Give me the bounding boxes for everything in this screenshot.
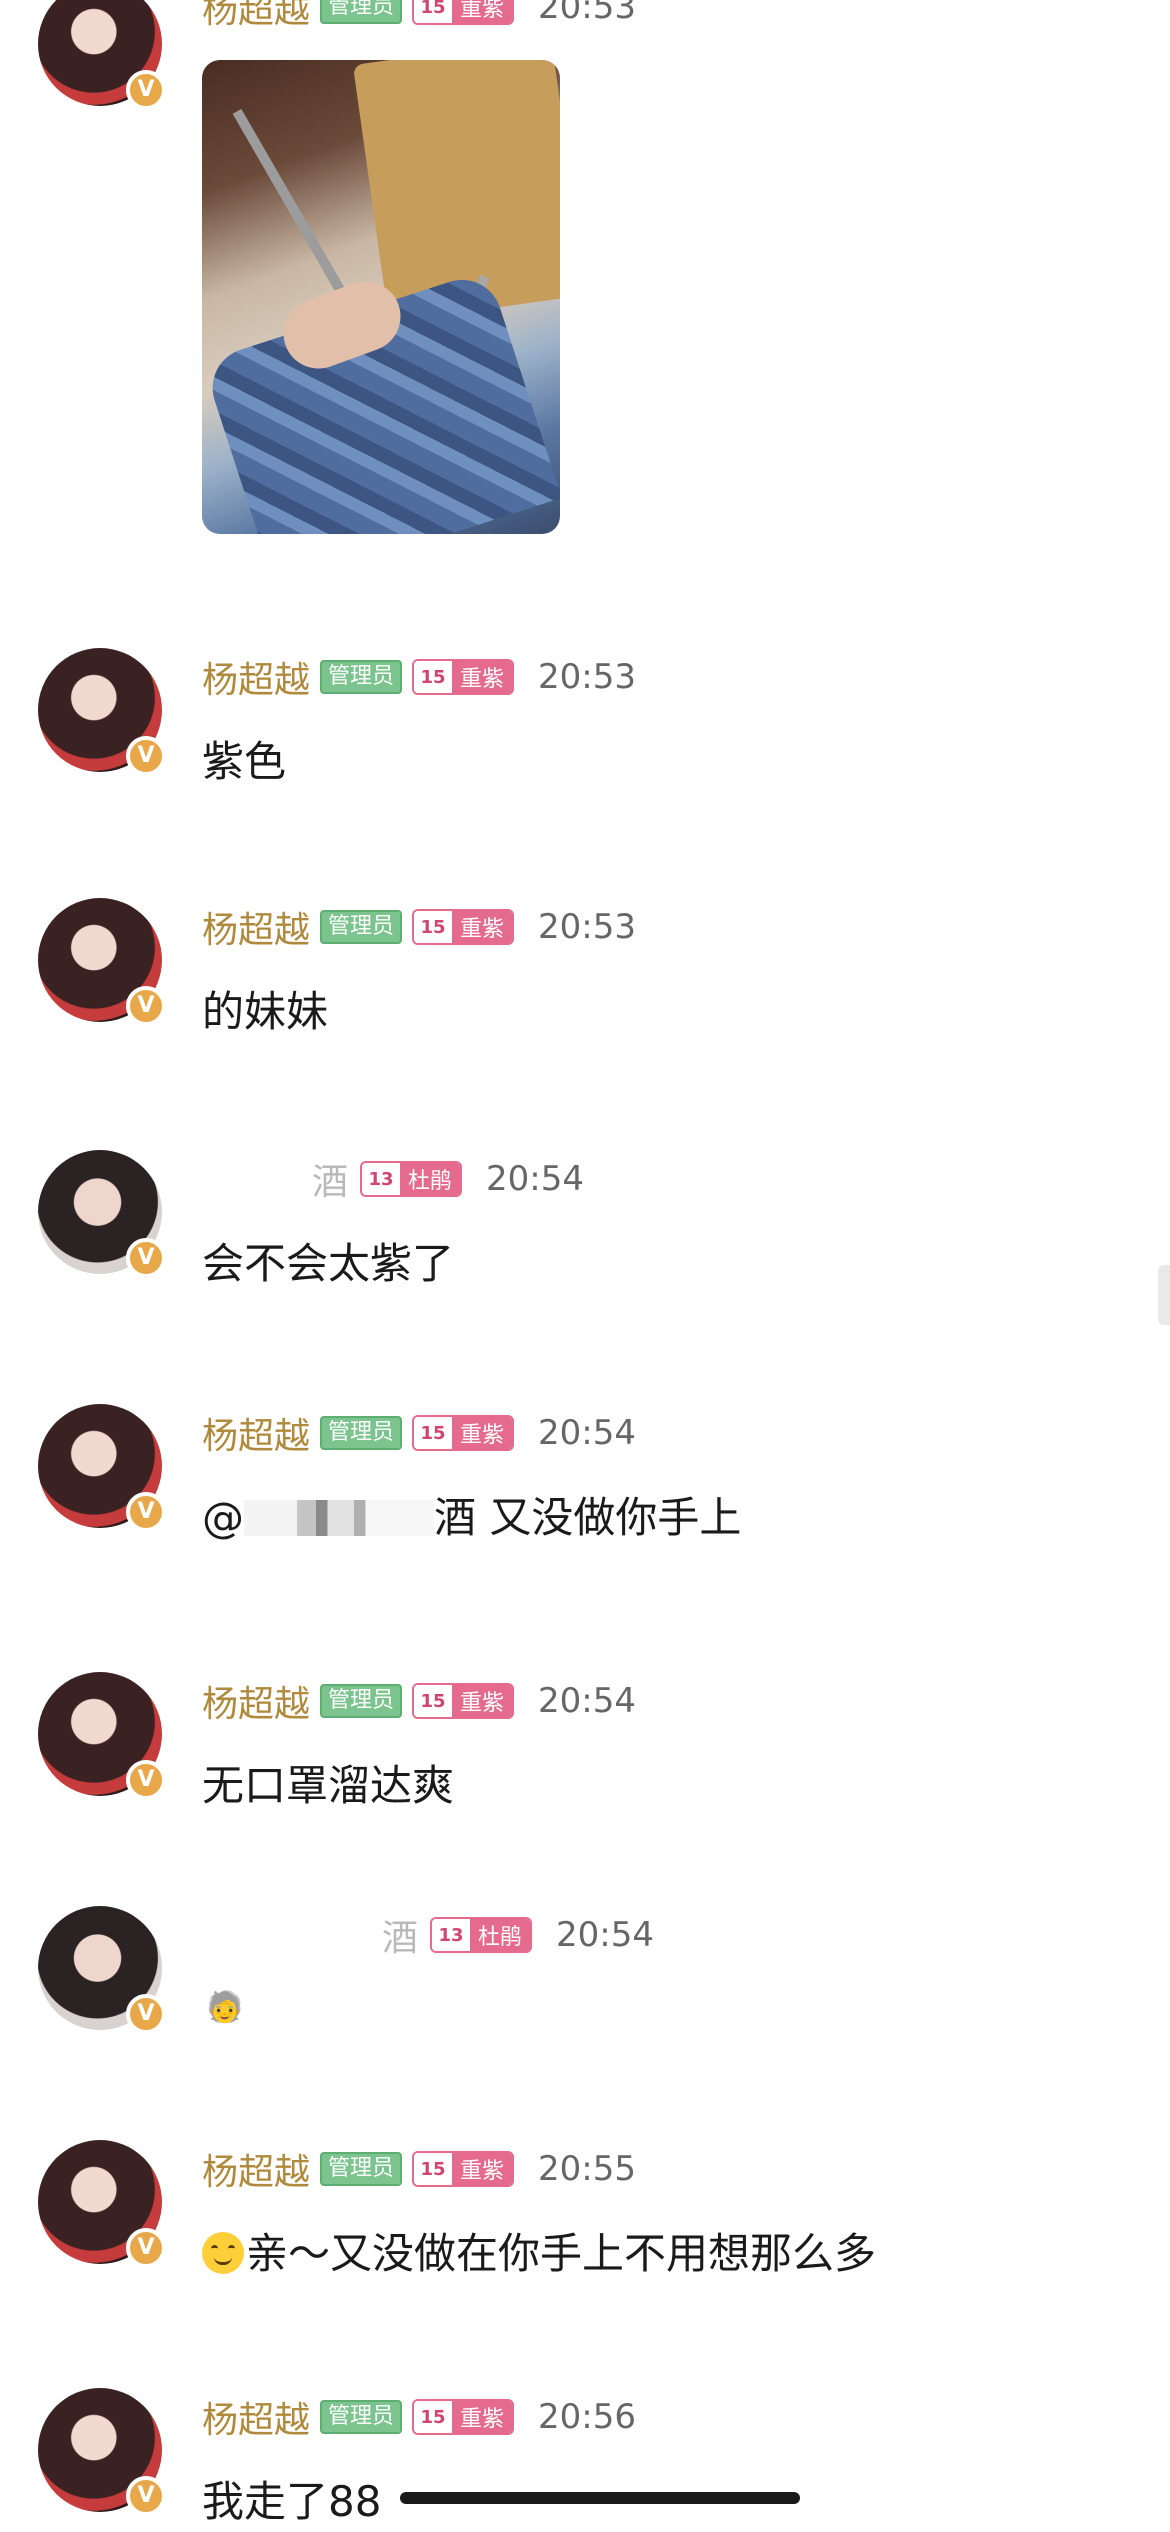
admin-badge: 管理员 [320, 0, 403, 24]
avatar[interactable]: V [38, 898, 166, 1026]
fan-level-number: 13 [362, 1163, 401, 1195]
admin-badge: 管理员 [320, 2400, 403, 2434]
fan-level-tag: 重紫 [452, 0, 513, 23]
verified-badge-icon: V [126, 1760, 166, 1800]
fan-level-badge: 15 重紫 [412, 2151, 515, 2187]
admin-badge: 管理员 [320, 910, 403, 944]
message-time: 20:54 [538, 1681, 637, 1721]
fan-level-number: 15 [414, 2153, 453, 2185]
message-time: 20:54 [538, 1413, 637, 1453]
message-text[interactable]: 我走了88 [202, 2468, 381, 2529]
hug-emoji-icon [202, 2232, 244, 2274]
fan-level-number: 13 [432, 1919, 471, 1951]
verified-badge-icon: V [126, 1238, 166, 1278]
avatar[interactable]: V [38, 0, 166, 110]
fan-level-badge: 15 重紫 [412, 0, 515, 25]
sender-name[interactable]: 杨超越 [202, 1675, 310, 1727]
emoji-sticker-icon[interactable]: 🧓 [206, 1986, 243, 2028]
avatar[interactable]: V [38, 1672, 166, 1800]
fan-level-badge: 15 重紫 [412, 909, 515, 945]
message-time: 20:53 [538, 0, 637, 27]
admin-badge: 管理员 [320, 660, 403, 694]
home-indicator[interactable] [400, 2492, 800, 2504]
avatar[interactable]: V [38, 2388, 166, 2516]
mention-name[interactable]: 酒 [434, 1493, 476, 1542]
fan-level-badge: 13 杜鹃 [360, 1161, 463, 1197]
message-time: 20:53 [538, 657, 637, 697]
verified-badge-icon: V [126, 2228, 166, 2268]
sender-name[interactable]: 杨超越 [202, 651, 310, 703]
blurred-mention [244, 1500, 434, 1536]
chat-message-list: V 杨超越 管理员 15 重紫 20:53 V 杨超越 管理员 15 重紫 20… [0, 0, 1170, 2532]
message-time: 20:54 [556, 1915, 655, 1955]
message-header: 杨超越 管理员 15 重紫 20:54 [202, 1408, 636, 1458]
fan-level-badge: 15 重紫 [412, 659, 515, 695]
verified-badge-icon: V [126, 1994, 166, 2034]
fan-level-badge: 13 杜鹃 [430, 1917, 533, 1953]
sender-name[interactable]: 酒 [202, 1153, 350, 1205]
sender-name[interactable]: 杨超越 [202, 2143, 310, 2195]
fan-level-badge: 15 重紫 [412, 2399, 515, 2435]
avatar[interactable]: V [38, 1404, 166, 1532]
message-time: 20:54 [486, 1159, 585, 1199]
message-header: 杨超越 管理员 15 重紫 20:53 [202, 0, 636, 32]
message-header: 杨超越 管理员 15 重紫 20:54 [202, 1676, 636, 1726]
message-time: 20:56 [538, 2397, 637, 2437]
message-time: 20:53 [538, 907, 637, 947]
message-header: 杨超越 管理员 15 重紫 20:55 [202, 2144, 636, 2194]
sender-name[interactable]: 杨超越 [202, 901, 310, 953]
verified-badge-icon: V [126, 736, 166, 776]
admin-badge: 管理员 [320, 2152, 403, 2186]
fan-level-number: 15 [414, 911, 453, 943]
fan-level-tag: 重紫 [452, 2153, 513, 2185]
message-text[interactable]: 的妹妹 [202, 978, 328, 1039]
scroll-edge-handle[interactable] [1158, 1265, 1170, 1325]
sender-name[interactable]: 杨超越 [202, 2391, 310, 2443]
verified-badge-icon: V [126, 2476, 166, 2516]
avatar[interactable]: V [38, 1150, 166, 1278]
fan-level-number: 15 [414, 0, 453, 23]
admin-badge: 管理员 [320, 1416, 403, 1450]
sender-name[interactable]: 酒 [202, 1909, 420, 1961]
fan-level-number: 15 [414, 1685, 453, 1717]
message-header: 杨超越 管理员 15 重紫 20:53 [202, 902, 636, 952]
fan-level-tag: 杜鹃 [470, 1919, 531, 1951]
fan-level-tag: 重紫 [452, 661, 513, 693]
avatar[interactable]: V [38, 2140, 166, 2268]
message-text[interactable]: 会不会太紫了 [202, 1230, 454, 1291]
message-text[interactable]: 亲～又没做在你手上不用想那么多 [202, 2220, 876, 2281]
fan-level-tag: 重紫 [452, 911, 513, 943]
message-text[interactable]: 紫色 [202, 728, 286, 789]
mention-at: @ [202, 1493, 244, 1542]
fan-level-tag: 重紫 [452, 2401, 513, 2433]
fan-level-tag: 重紫 [452, 1685, 513, 1717]
message-header: 酒 13 杜鹃 20:54 [202, 1154, 584, 1204]
avatar[interactable]: V [38, 1906, 166, 2034]
fan-level-badge: 15 重紫 [412, 1683, 515, 1719]
fan-level-number: 15 [414, 1417, 453, 1449]
fan-level-badge: 15 重紫 [412, 1415, 515, 1451]
message-header: 酒 13 杜鹃 20:54 [202, 1910, 654, 1960]
fan-level-tag: 杜鹃 [400, 1163, 461, 1195]
message-header: 杨超越 管理员 15 重紫 20:56 [202, 2392, 636, 2442]
message-time: 20:55 [538, 2149, 637, 2189]
sender-name[interactable]: 杨超越 [202, 0, 310, 33]
avatar[interactable]: V [38, 648, 166, 776]
message-body: 又没做你手上 [476, 1493, 742, 1542]
verified-badge-icon: V [126, 986, 166, 1026]
fan-level-tag: 重紫 [452, 1417, 513, 1449]
fan-level-number: 15 [414, 661, 453, 693]
verified-badge-icon: V [126, 1492, 166, 1532]
verified-badge-icon: V [126, 70, 166, 110]
message-header: 杨超越 管理员 15 重紫 20:53 [202, 652, 636, 702]
sender-name[interactable]: 杨超越 [202, 1407, 310, 1459]
message-body: 亲～又没做在你手上不用想那么多 [246, 2229, 877, 2278]
message-text[interactable]: 无口罩溜达爽 [202, 1752, 454, 1813]
admin-badge: 管理员 [320, 1684, 403, 1718]
shared-photo[interactable] [202, 60, 560, 534]
message-text[interactable]: @ 酒 又没做你手上 [202, 1484, 741, 1545]
fan-level-number: 15 [414, 2401, 453, 2433]
